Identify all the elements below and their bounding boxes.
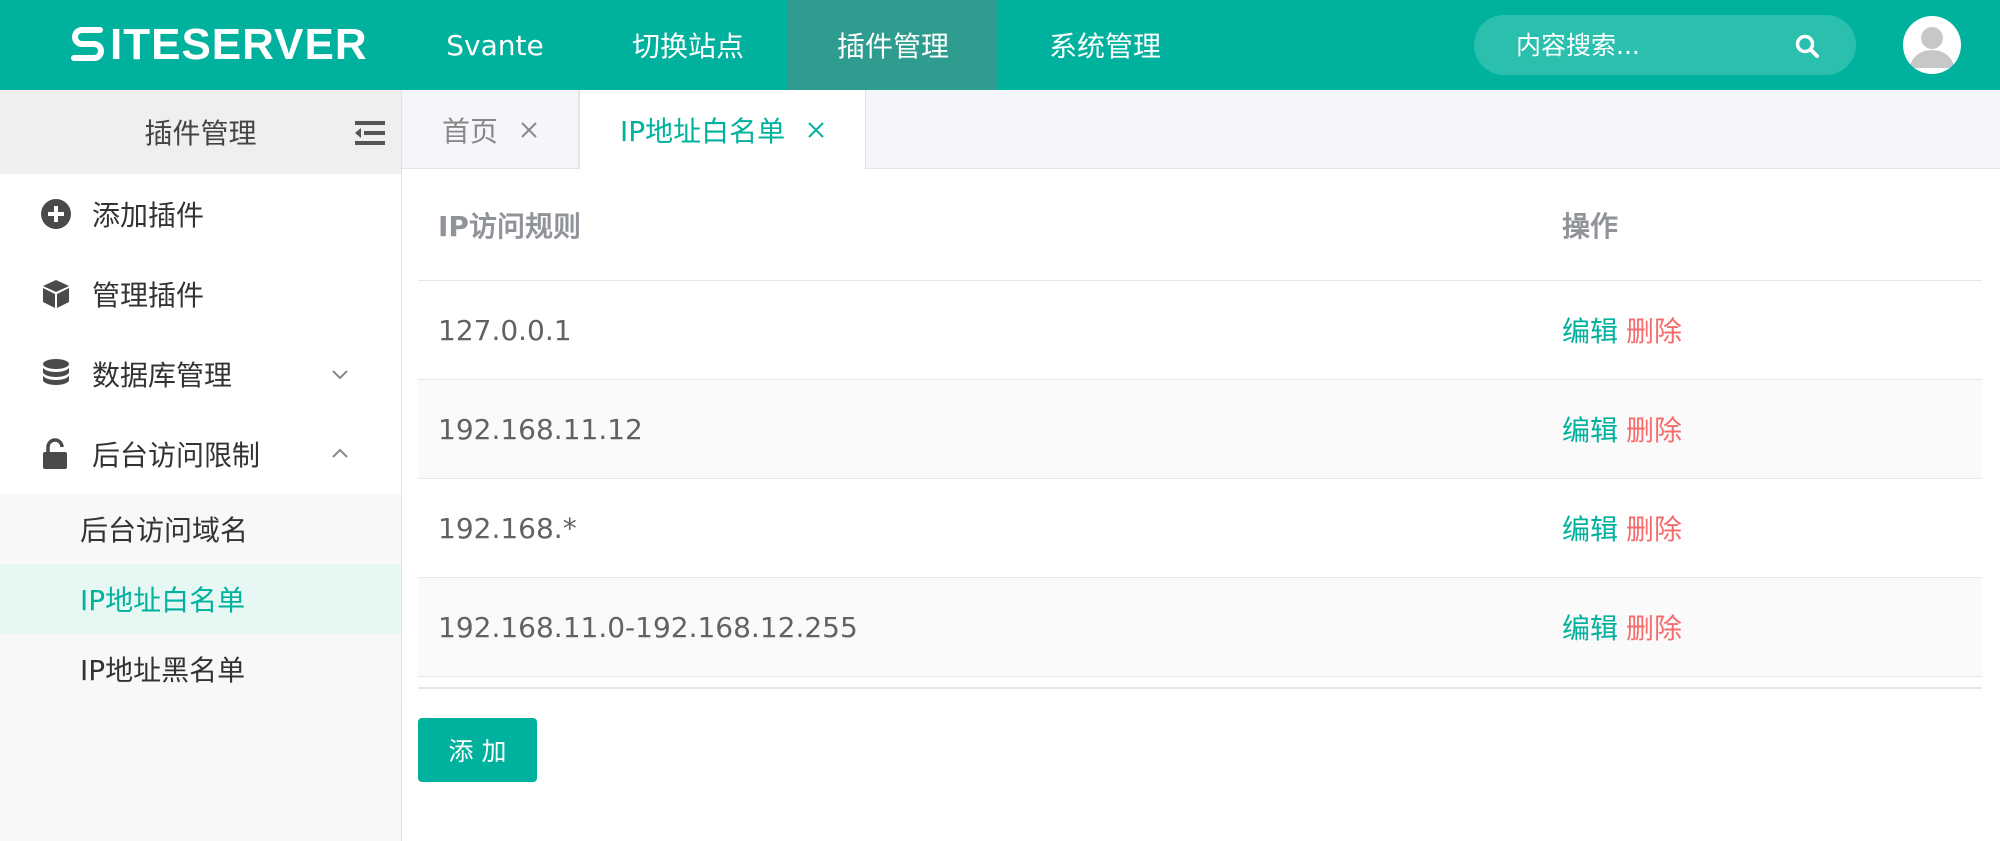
sidebar-submenu: 后台访问域名 IP地址白名单 IP地址黑名单 [0, 494, 401, 704]
nav-item-plugin-management[interactable]: 插件管理 [788, 0, 998, 90]
logo-text: ITESERVER [110, 20, 368, 69]
top-header: ITESERVER Svante 切换站点 插件管理 系统管理 [0, 0, 2000, 90]
close-icon[interactable] [807, 121, 825, 139]
nav-item-system-management[interactable]: 系统管理 [998, 0, 1212, 90]
cube-icon [43, 280, 69, 308]
ip-rule-cell: 127.0.0.1 [438, 313, 572, 347]
tab-label: 首页 [442, 114, 499, 148]
ip-rule-cell: 192.168.11.0-192.168.12.255 [438, 610, 858, 644]
sidebar-menu: 添加插件 管理插件 数据库管理 后台访问限制 后台访问域名 IP地址白名单 IP… [0, 174, 401, 704]
collapse-menu-icon[interactable] [355, 120, 385, 146]
user-avatar[interactable] [1903, 16, 1961, 74]
actions-cell: 编辑 删除 [1562, 310, 1982, 350]
add-button[interactable]: 添加 [418, 718, 537, 782]
table-footer-divider [418, 677, 1982, 689]
top-nav: Svante 切换站点 插件管理 系统管理 [402, 0, 1212, 90]
chevron-up-icon [332, 448, 348, 458]
edit-link[interactable]: 编辑 [1562, 315, 1618, 348]
chevron-down-icon [332, 370, 348, 380]
sidebar-item-label: 管理插件 [92, 279, 205, 312]
actions-cell: 编辑 删除 [1562, 607, 1982, 647]
search-input[interactable] [1516, 30, 1796, 60]
sidebar-item-manage-plugins[interactable]: 管理插件 [0, 254, 401, 334]
delete-link[interactable]: 删除 [1626, 414, 1682, 447]
sidebar-title: 插件管理 [0, 90, 401, 174]
plus-circle-icon [41, 199, 71, 229]
delete-link[interactable]: 删除 [1626, 315, 1682, 348]
sidebar-item-admin-access-restriction[interactable]: 后台访问限制 [0, 414, 401, 494]
sidebar-item-label: 数据库管理 [92, 359, 233, 392]
table-row: 192.168.11.0-192.168.12.255 编辑 删除 [418, 578, 1982, 677]
sidebar-item-label: 后台访问限制 [92, 439, 261, 472]
user-avatar-icon [1910, 27, 1954, 68]
database-icon [43, 359, 69, 385]
nav-item-svante[interactable]: Svante [402, 0, 588, 90]
table-row: 192.168.11.12 编辑 删除 [418, 380, 1982, 479]
sidebar-item-label: 添加插件 [92, 199, 205, 232]
tab-label: IP地址白名单 [620, 115, 786, 148]
delete-link[interactable]: 删除 [1626, 612, 1682, 645]
column-header-ip-rule: IP访问规则 [438, 210, 581, 243]
ip-rule-cell: 192.168.11.12 [438, 412, 643, 446]
tab-bar: 首页 IP地址白名单 [402, 90, 2000, 170]
sidebar-item-add-plugin[interactable]: 添加插件 [0, 174, 401, 254]
edit-link[interactable]: 编辑 [1562, 414, 1618, 447]
search-icon[interactable] [1794, 33, 1820, 59]
table-row: 192.168.* 编辑 删除 [418, 479, 1982, 578]
tab-home[interactable]: 首页 [402, 90, 580, 169]
nav-item-switch-site[interactable]: 切换站点 [588, 0, 788, 90]
actions-cell: 编辑 删除 [1562, 508, 1982, 548]
sidebar-subitem-admin-domain[interactable]: 后台访问域名 [0, 494, 401, 564]
sidebar-title-text: 插件管理 [144, 117, 257, 150]
delete-link[interactable]: 删除 [1626, 513, 1682, 546]
actions-cell: 编辑 删除 [1562, 409, 1982, 449]
table-header: IP访问规则 操作 [418, 170, 1982, 281]
table-row: 127.0.0.1 编辑 删除 [418, 281, 1982, 380]
edit-link[interactable]: 编辑 [1562, 513, 1618, 546]
edit-link[interactable]: 编辑 [1562, 612, 1618, 645]
sidebar-subitem-ip-blacklist[interactable]: IP地址黑名单 [0, 634, 401, 704]
column-header-actions: 操作 [1562, 210, 1619, 243]
sidebar-item-database-management[interactable]: 数据库管理 [0, 334, 401, 414]
close-icon[interactable] [520, 121, 538, 139]
tab-ip-whitelist[interactable]: IP地址白名单 [579, 90, 867, 170]
logo-s-icon [71, 27, 104, 61]
ip-rule-cell: 192.168.* [438, 511, 577, 545]
search-box [1474, 15, 1856, 75]
sidebar-subitem-ip-whitelist[interactable]: IP地址白名单 [0, 564, 401, 634]
siteserver-logo[interactable]: ITESERVER [68, 18, 368, 72]
sidebar: 插件管理 添加插件 管理插件 数据库管理 后台访问限制 后台访问域名 IP地址白… [0, 90, 402, 841]
main-content: IP访问规则 操作 127.0.0.1 编辑 删除 192.168.11.12 编… [418, 170, 1982, 782]
unlock-icon [43, 438, 67, 469]
